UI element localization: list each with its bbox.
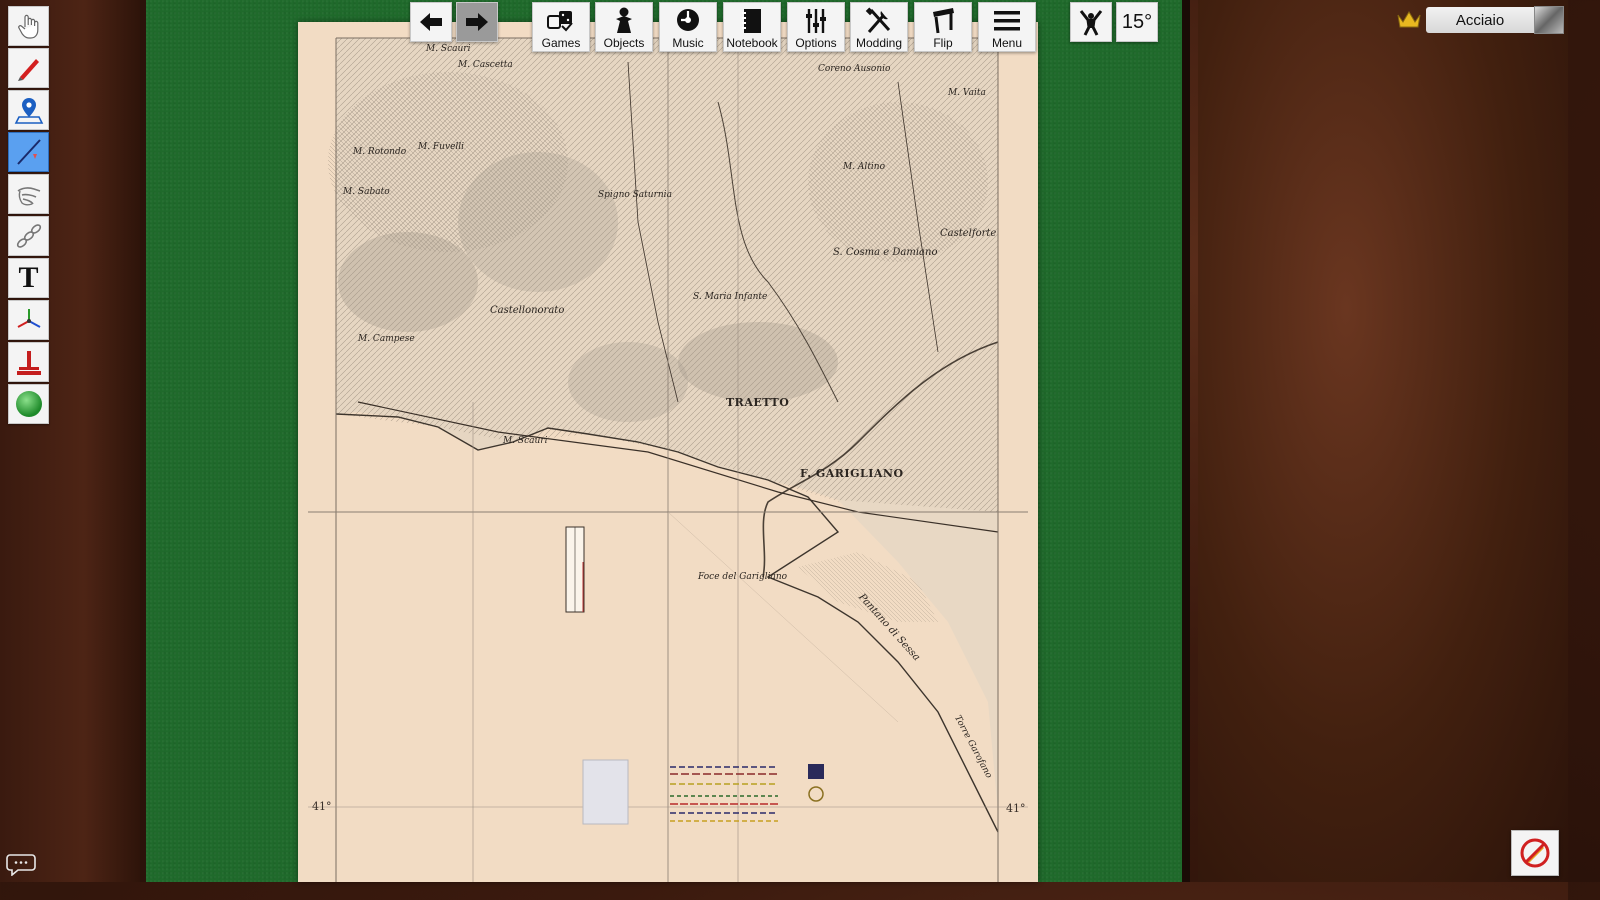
map-label: M. Cascetta bbox=[458, 60, 513, 70]
topographic-map[interactable]: M. Scauri M. Cascetta Coreno Ausonio M. … bbox=[298, 22, 1038, 882]
joint-icon bbox=[16, 224, 41, 248]
map-label: Spigno Saturnia bbox=[598, 190, 672, 200]
text-tool-icon: T bbox=[18, 261, 39, 294]
snap-point-icon bbox=[16, 351, 41, 375]
rotation-increment-button[interactable]: 15° bbox=[1116, 2, 1158, 42]
snap-tool-button[interactable] bbox=[8, 342, 49, 382]
text-tool-button[interactable]: T bbox=[8, 258, 49, 298]
latitude-label-left: 41° bbox=[312, 800, 332, 813]
map-drawing bbox=[308, 37, 1028, 882]
map-label: F. GARIGLIANO bbox=[800, 467, 904, 480]
flick-hand-icon bbox=[17, 187, 40, 206]
gizmo-icon bbox=[17, 309, 40, 328]
options-icon bbox=[806, 9, 826, 33]
notebook-menu-button[interactable]: Notebook bbox=[723, 2, 781, 52]
ping-tool-button[interactable] bbox=[8, 90, 49, 130]
music-menu-button[interactable]: Music bbox=[659, 2, 717, 52]
pen-tool-button[interactable] bbox=[8, 48, 49, 88]
map-label: Coreno Ausonio bbox=[818, 64, 891, 74]
map-label: S. Cosma e Damiano bbox=[833, 247, 938, 258]
games-menu-button[interactable]: Games bbox=[532, 2, 590, 52]
map-label: Foce del Garigliano bbox=[698, 572, 788, 582]
objects-label: Objects bbox=[603, 36, 645, 50]
zone-sphere-icon bbox=[15, 391, 42, 417]
map-label: M. Campese bbox=[358, 334, 415, 344]
player-name[interactable]: Acciaio bbox=[1426, 7, 1534, 33]
options-menu-button[interactable]: Options bbox=[787, 2, 845, 52]
notebook-label: Notebook bbox=[726, 36, 778, 50]
modding-label: Modding bbox=[855, 36, 903, 50]
line-tool-icon bbox=[16, 139, 41, 165]
map-label: Castellonorato bbox=[490, 305, 565, 316]
map-label: TRAETTO bbox=[726, 396, 790, 409]
map-label: M. Rotondo bbox=[353, 147, 407, 157]
map-label: M. Altino bbox=[843, 162, 886, 172]
games-icon bbox=[547, 11, 573, 32]
flex-control-icon bbox=[1079, 10, 1103, 36]
map-label: Castelforte bbox=[940, 228, 997, 239]
gizmo-tool-button[interactable] bbox=[8, 300, 49, 340]
map-label: M. Fuvelli bbox=[418, 142, 465, 152]
grab-tool-button[interactable] bbox=[8, 6, 49, 46]
latitude-label-right: 41° bbox=[1006, 802, 1026, 815]
chat-bubble-icon bbox=[6, 854, 36, 877]
menu-label: Menu bbox=[991, 36, 1023, 50]
main-menu-button[interactable]: Menu bbox=[978, 2, 1036, 52]
map-pin-icon bbox=[14, 98, 43, 124]
map-label: M. Sabato bbox=[343, 187, 390, 197]
map-label: S. Maria Infante bbox=[693, 292, 768, 302]
tool-bar: T bbox=[8, 6, 50, 424]
map-label: M. Scauri bbox=[503, 436, 548, 446]
line-tool-button[interactable] bbox=[8, 132, 49, 172]
modding-icon bbox=[865, 7, 891, 33]
zone-tool-button[interactable] bbox=[8, 384, 49, 424]
redo-button[interactable] bbox=[456, 2, 498, 42]
no-edit-icon bbox=[1520, 838, 1550, 868]
map-label: M. Vaita bbox=[948, 88, 986, 98]
notebook-icon bbox=[742, 9, 761, 33]
flip-table-icon bbox=[933, 8, 954, 34]
flip-label: Flip bbox=[933, 36, 953, 50]
arrow-right-icon bbox=[466, 13, 488, 31]
avatar-icon[interactable] bbox=[1534, 6, 1564, 34]
map-label: M. Scauri bbox=[426, 44, 471, 54]
flip-menu-button[interactable]: Flip bbox=[914, 2, 972, 52]
grab-hand-icon bbox=[17, 14, 38, 39]
chat-button[interactable] bbox=[6, 852, 36, 877]
room-background bbox=[1198, 0, 1568, 882]
undo-button[interactable] bbox=[410, 2, 452, 42]
hamburger-icon bbox=[994, 11, 1020, 31]
flick-tool-button[interactable] bbox=[8, 174, 49, 214]
music-icon bbox=[677, 9, 699, 31]
joint-tool-button[interactable] bbox=[8, 216, 49, 256]
games-label: Games bbox=[541, 36, 581, 50]
modding-menu-button[interactable]: Modding bbox=[850, 2, 908, 52]
no-edit-button[interactable] bbox=[1511, 830, 1559, 876]
music-label: Music bbox=[672, 36, 704, 50]
crown-icon bbox=[1397, 11, 1421, 28]
objects-icon bbox=[616, 7, 632, 33]
objects-menu-button[interactable]: Objects bbox=[595, 2, 653, 52]
pen-icon bbox=[17, 59, 39, 81]
options-label: Options bbox=[795, 36, 837, 50]
arrow-left-icon bbox=[420, 13, 442, 31]
flex-control-button[interactable] bbox=[1070, 2, 1112, 42]
